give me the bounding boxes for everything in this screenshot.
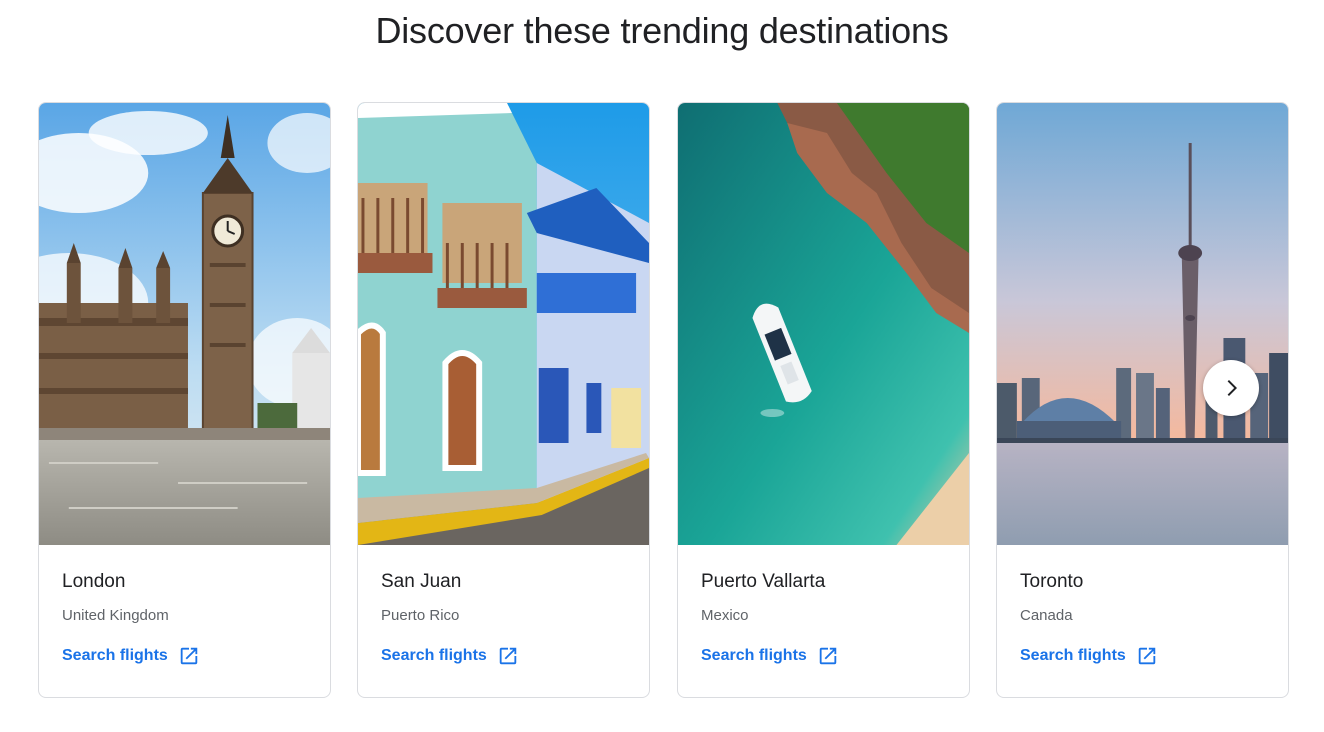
destination-city: San Juan	[381, 571, 462, 592]
toronto-photo	[997, 103, 1288, 545]
search-flights-link[interactable]: Search flights	[701, 645, 839, 667]
carousel-next-button[interactable]	[1203, 360, 1259, 416]
destination-city: Toronto	[1020, 571, 1084, 592]
london-photo	[39, 103, 330, 545]
external-link-icon	[819, 647, 837, 665]
puerto-vallarta-photo	[678, 103, 969, 545]
chevron-right-icon	[1227, 380, 1237, 396]
destination-city: London	[62, 571, 126, 592]
search-flights-label: Search flights	[381, 647, 487, 664]
destination-card-london[interactable]: London United Kingdom Search flights	[38, 102, 331, 698]
destination-city: Puerto Vallarta	[701, 571, 826, 592]
search-flights-link[interactable]: Search flights	[62, 645, 200, 667]
destination-card-puerto-vallarta[interactable]: Puerto Vallarta Mexico Search flights	[677, 102, 970, 698]
search-flights-label: Search flights	[701, 647, 807, 664]
destination-country: Puerto Rico	[381, 607, 460, 624]
external-link-icon	[1138, 647, 1156, 665]
destination-country: Mexico	[701, 607, 749, 624]
external-link-icon	[180, 647, 198, 665]
search-flights-link[interactable]: Search flights	[1020, 645, 1158, 667]
search-flights-link[interactable]: Search flights	[381, 645, 519, 667]
destination-card-san-juan[interactable]: San Juan Puerto Rico Search flights	[357, 102, 650, 698]
external-link-icon	[499, 647, 517, 665]
search-flights-label: Search flights	[62, 647, 168, 664]
page-title: Discover these trending destinations	[375, 10, 949, 51]
destination-country: United Kingdom	[62, 607, 169, 624]
destination-country: Canada	[1020, 607, 1073, 624]
search-flights-label: Search flights	[1020, 647, 1126, 664]
san-juan-photo	[358, 103, 649, 545]
